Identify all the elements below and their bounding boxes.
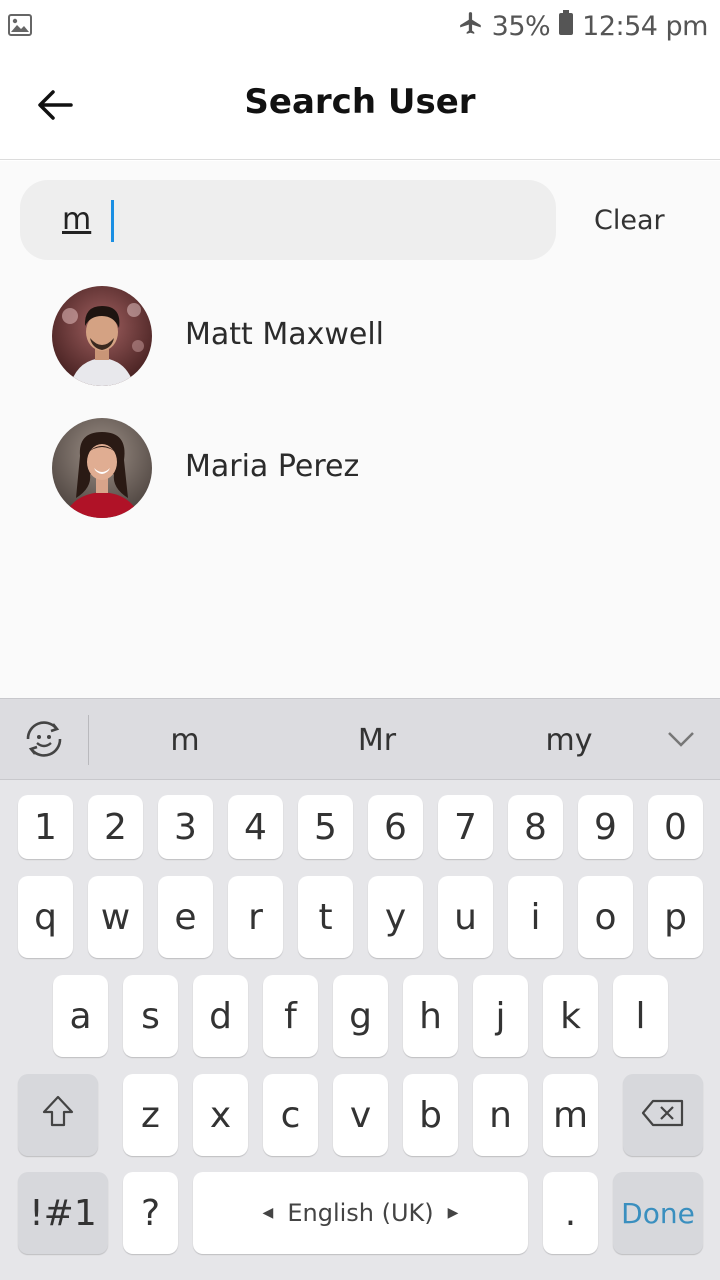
search-content: m Clear Matt Maxwell Maria Perez [0, 161, 720, 698]
key-n[interactable]: n [473, 1074, 528, 1156]
key-a[interactable]: a [53, 975, 108, 1057]
chevron-down-icon[interactable] [666, 727, 696, 751]
space-key[interactable]: ◀ English (UK) ▶ [193, 1172, 528, 1254]
key-8[interactable]: 8 [508, 795, 563, 859]
key-w[interactable]: w [88, 876, 143, 958]
key-z[interactable]: z [123, 1074, 178, 1156]
key-i[interactable]: i [508, 876, 563, 958]
suggestion-item[interactable]: m [125, 723, 245, 758]
status-bar: 35% 12:54 pm [0, 0, 720, 52]
user-name: Maria Perez [185, 449, 360, 484]
suggestion-bar: m Mr my [0, 698, 720, 780]
battery-icon [558, 9, 574, 43]
key-2[interactable]: 2 [88, 795, 143, 859]
key-y[interactable]: y [368, 876, 423, 958]
key-e[interactable]: e [158, 876, 213, 958]
key-u[interactable]: u [438, 876, 493, 958]
backspace-key[interactable] [623, 1074, 703, 1156]
key-h[interactable]: h [403, 975, 458, 1057]
avatar [52, 286, 152, 386]
key-9[interactable]: 9 [578, 795, 633, 859]
key-f[interactable]: f [263, 975, 318, 1057]
soft-keyboard: m Mr my 1 2 3 4 5 6 7 8 9 0 q w e r t y … [0, 698, 720, 1280]
key-m[interactable]: m [543, 1074, 598, 1156]
list-item[interactable]: Matt Maxwell [0, 276, 720, 396]
backspace-icon [641, 1095, 685, 1136]
key-s[interactable]: s [123, 975, 178, 1057]
battery-percent: 35% [491, 10, 551, 42]
suggestion-item[interactable]: my [509, 723, 629, 758]
avatar [52, 418, 152, 518]
key-period[interactable]: . [543, 1172, 598, 1254]
suggestion-item[interactable]: Mr [317, 723, 437, 758]
key-5[interactable]: 5 [298, 795, 353, 859]
key-6[interactable]: 6 [368, 795, 423, 859]
symbols-key[interactable]: !#1 [18, 1172, 108, 1254]
key-0[interactable]: 0 [648, 795, 703, 859]
page-title: Search User [244, 82, 476, 122]
key-7[interactable]: 7 [438, 795, 493, 859]
key-x[interactable]: x [193, 1074, 248, 1156]
key-q[interactable]: q [18, 876, 73, 958]
search-box[interactable]: m [20, 180, 556, 260]
user-name: Matt Maxwell [185, 317, 385, 352]
arrow-left-small-icon: ◀ [262, 1205, 274, 1221]
search-input[interactable]: m [62, 202, 91, 237]
key-j[interactable]: j [473, 975, 528, 1057]
text-caret [111, 200, 114, 242]
key-v[interactable]: v [333, 1074, 388, 1156]
key-t[interactable]: t [298, 876, 353, 958]
shift-key[interactable] [18, 1074, 98, 1156]
clock: 12:54 pm [582, 10, 708, 42]
key-o[interactable]: o [578, 876, 633, 958]
key-d[interactable]: d [193, 975, 248, 1057]
key-c[interactable]: c [263, 1074, 318, 1156]
image-icon [8, 14, 32, 36]
airplane-icon [458, 10, 484, 43]
key-r[interactable]: r [228, 876, 283, 958]
list-item[interactable]: Maria Perez [0, 408, 720, 528]
key-b[interactable]: b [403, 1074, 458, 1156]
space-label: English (UK) [287, 1199, 434, 1227]
key-1[interactable]: 1 [18, 795, 73, 859]
key-question[interactable]: ? [123, 1172, 178, 1254]
key-g[interactable]: g [333, 975, 388, 1057]
shift-icon [40, 1093, 76, 1138]
key-p[interactable]: p [648, 876, 703, 958]
done-key[interactable]: Done [613, 1172, 703, 1254]
key-3[interactable]: 3 [158, 795, 213, 859]
emoji-refresh-icon[interactable] [20, 715, 68, 763]
suggestion-divider [88, 715, 89, 765]
key-l[interactable]: l [613, 975, 668, 1057]
key-k[interactable]: k [543, 975, 598, 1057]
key-4[interactable]: 4 [228, 795, 283, 859]
clear-button[interactable]: Clear [594, 205, 665, 236]
arrow-right-small-icon: ▶ [447, 1205, 459, 1221]
app-header: Search User [0, 52, 720, 160]
